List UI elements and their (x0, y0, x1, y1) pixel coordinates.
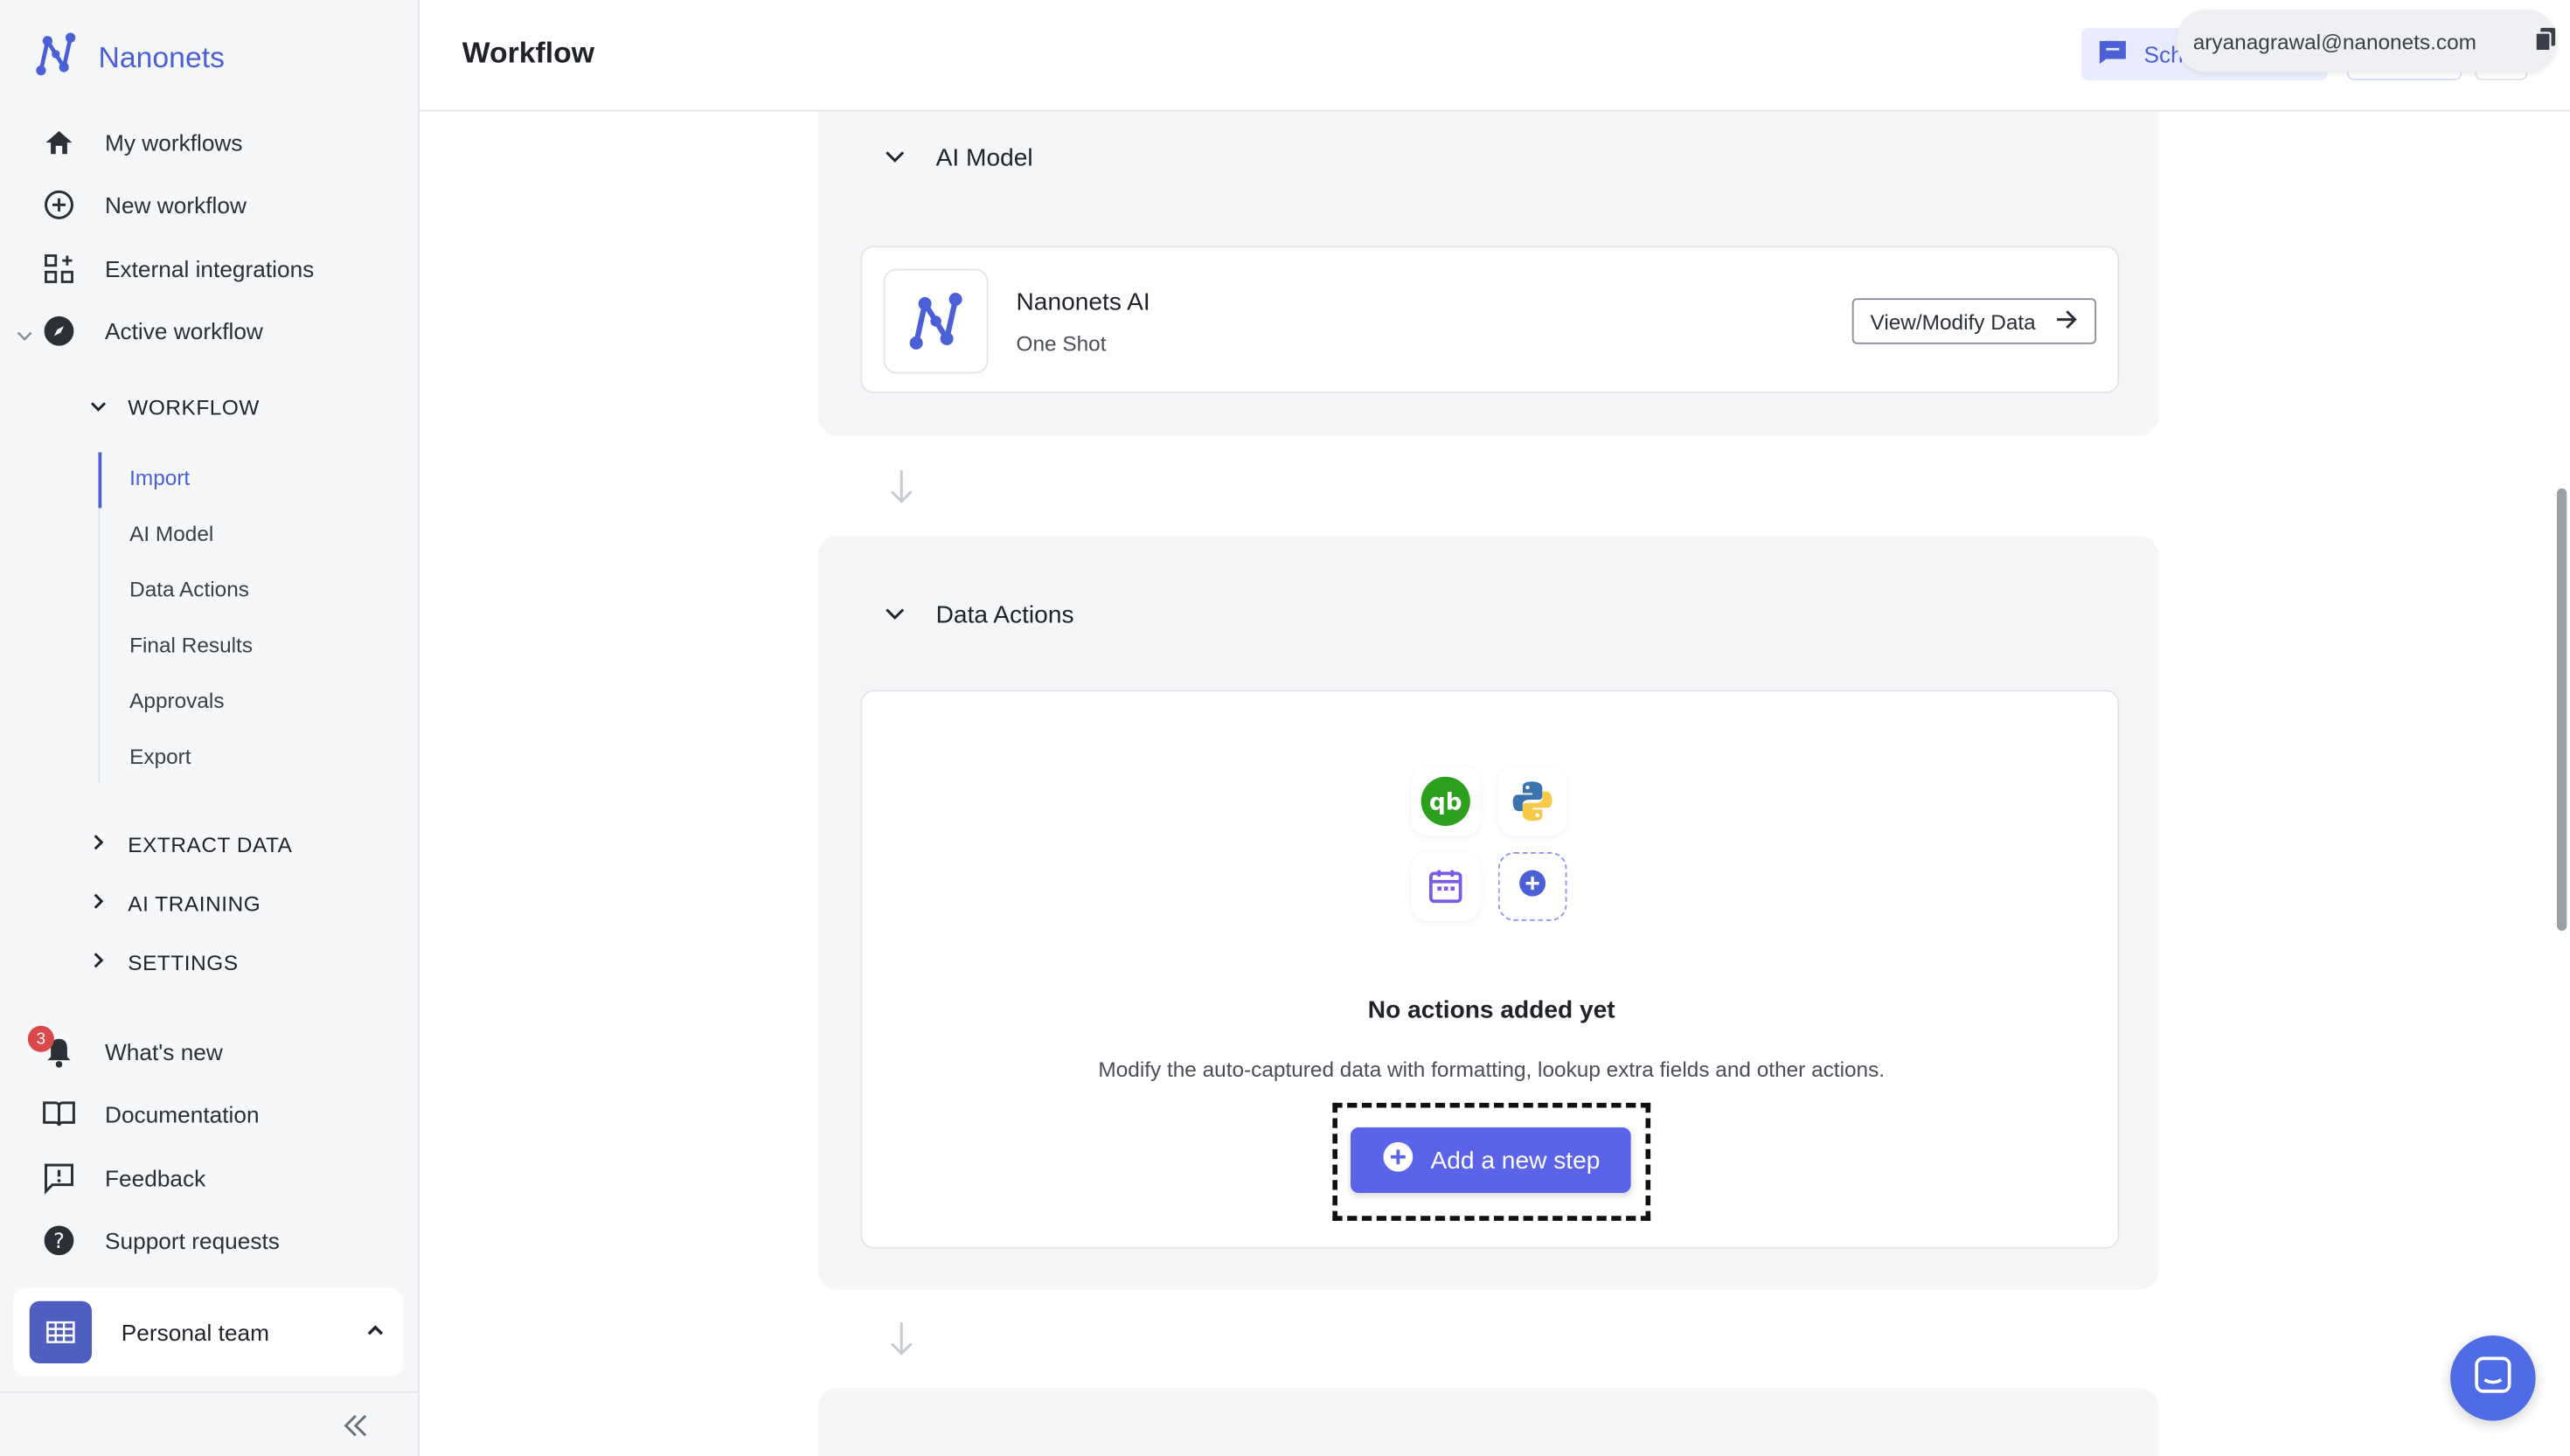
nav-support-requests[interactable]: ? Support requests (43, 1221, 280, 1260)
chat-support-button[interactable] (2450, 1335, 2536, 1421)
model-name: Nanonets AI (1016, 288, 1150, 316)
sidebar: Nanonets My workflows New workflow Exter… (0, 0, 420, 1456)
empty-state-description: Modify the auto-captured data with forma… (1098, 1057, 1886, 1082)
arrow-down-icon (886, 468, 916, 513)
sub-item-final-results[interactable]: Final Results (129, 633, 253, 657)
section-extract-data[interactable]: EXTRACT DATA (88, 828, 292, 861)
section-settings[interactable]: SETTINGS (88, 946, 238, 979)
chevron-up-icon (364, 1318, 386, 1348)
panel-title: AI Model (935, 144, 1033, 172)
nav-label: Documentation (105, 1101, 260, 1127)
book-icon (43, 1098, 76, 1131)
nanonets-logo-icon (33, 30, 80, 87)
home-icon (43, 126, 76, 159)
chevron-down-icon (884, 601, 906, 629)
sub-item-approvals[interactable]: Approvals (129, 689, 224, 713)
chevron-down-icon[interactable] (15, 322, 35, 352)
section-workflow[interactable]: WORKFLOW (88, 390, 260, 423)
chat-icon (2098, 38, 2128, 70)
view-button-label: View/Modify Data (1870, 309, 2036, 334)
add-new-step-button[interactable]: Add a new step (1351, 1127, 1631, 1193)
nanonets-logo-icon (883, 268, 989, 374)
chevron-right-icon (88, 832, 108, 856)
nav-label: Active workflow (105, 317, 263, 344)
vertical-scrollbar[interactable] (2557, 488, 2567, 931)
chevron-down-icon (884, 144, 906, 172)
sub-item-data-actions[interactable]: Data Actions (129, 577, 249, 601)
section-label: WORKFLOW (128, 393, 260, 419)
quickbooks-icon: qb (1411, 766, 1481, 836)
data-actions-card: qb No actions added yet Modify the auto-… (860, 690, 2120, 1249)
python-icon (1497, 766, 1567, 836)
nav-label: Feedback (105, 1165, 206, 1192)
grid-plus-icon (43, 253, 76, 286)
plus-circle-icon (1381, 1141, 1414, 1180)
plus-circle-icon (1518, 868, 1547, 905)
svg-text:qb: qb (1429, 789, 1462, 815)
sub-item-export[interactable]: Export (129, 744, 191, 768)
nav-my-workflows[interactable]: My workflows (43, 123, 243, 163)
team-name: Personal team (121, 1319, 270, 1346)
sub-item-ai-model[interactable]: AI Model (129, 521, 213, 545)
nav-new-workflow[interactable]: New workflow (43, 185, 247, 225)
ai-model-card: Nanonets AI One Shot View/Modify Data (860, 246, 2120, 393)
team-building-icon (29, 1300, 92, 1363)
nav-documentation[interactable]: Documentation (43, 1095, 260, 1134)
sub-item-import[interactable]: Import (129, 466, 190, 490)
empty-state-title: No actions added yet (1367, 996, 1615, 1024)
active-indicator (98, 452, 102, 509)
workflow-canvas: AI Model Nanonets AI One Shot View/Modif… (420, 111, 2570, 1456)
chat-bubble-icon (2473, 1355, 2512, 1402)
feedback-icon (43, 1161, 76, 1195)
section-label: EXTRACT DATA (128, 831, 293, 856)
section-ai-training[interactable]: AI TRAINING (88, 886, 260, 919)
team-switcher[interactable]: Personal team (13, 1287, 404, 1376)
compass-icon (43, 315, 76, 348)
brand[interactable]: Nanonets (33, 30, 225, 87)
nav-label: Support requests (105, 1227, 280, 1254)
model-type: One Shot (1016, 330, 1107, 356)
chevron-right-icon (88, 891, 108, 915)
data-actions-panel: Data Actions qb No actions added yet Mod… (817, 536, 2159, 1290)
calendar-icon (1411, 852, 1481, 921)
next-panel (817, 1388, 2159, 1456)
workflow-sub-list: Import AI Model Data Actions Final Resul… (98, 452, 394, 784)
nav-external-integrations[interactable]: External integrations (43, 249, 315, 288)
collapse-sidebar-icon[interactable] (341, 1412, 371, 1446)
user-email-pill[interactable]: aryanagrawal@nanonets.com (2177, 10, 2557, 73)
add-action-tile[interactable] (1497, 852, 1567, 921)
nav-label: My workflows (105, 129, 243, 156)
plus-circle-icon (43, 189, 76, 222)
view-modify-data-button[interactable]: View/Modify Data (1851, 298, 2097, 344)
brand-name: Nanonets (98, 40, 225, 74)
chevron-down-icon (88, 394, 108, 419)
nav-active-workflow[interactable]: Active workflow (43, 311, 263, 350)
top-header: Workflow Sch aryanagrawal@nanonets.com (420, 0, 2570, 112)
arrow-down-icon (886, 1321, 916, 1365)
nav-feedback[interactable]: Feedback (43, 1159, 206, 1198)
arrow-right-icon (2055, 309, 2078, 333)
copy-icon[interactable] (2534, 25, 2557, 57)
user-email: aryanagrawal@nanonets.com (2192, 28, 2476, 53)
sidebar-footer (0, 1390, 420, 1456)
section-label: SETTINGS (128, 949, 239, 974)
help-icon: ? (43, 1224, 76, 1258)
notification-badge: 3 (27, 1025, 54, 1052)
page-title: Workflow (462, 36, 595, 69)
panel-title: Data Actions (935, 601, 1074, 629)
chevron-right-icon (88, 950, 108, 974)
nav-label: New workflow (105, 191, 247, 218)
ai-model-panel-header[interactable]: AI Model (884, 144, 1033, 172)
add-step-label: Add a new step (1430, 1146, 1601, 1175)
data-actions-panel-header[interactable]: Data Actions (884, 601, 1074, 629)
svg-text:?: ? (53, 1228, 65, 1253)
ai-model-panel: AI Model Nanonets AI One Shot View/Modif… (817, 111, 2159, 436)
nav-label: What's new (105, 1038, 223, 1065)
nav-whats-new[interactable]: What's new (43, 1032, 223, 1071)
section-label: AI TRAINING (128, 891, 261, 916)
nav-label: External integrations (105, 255, 315, 282)
